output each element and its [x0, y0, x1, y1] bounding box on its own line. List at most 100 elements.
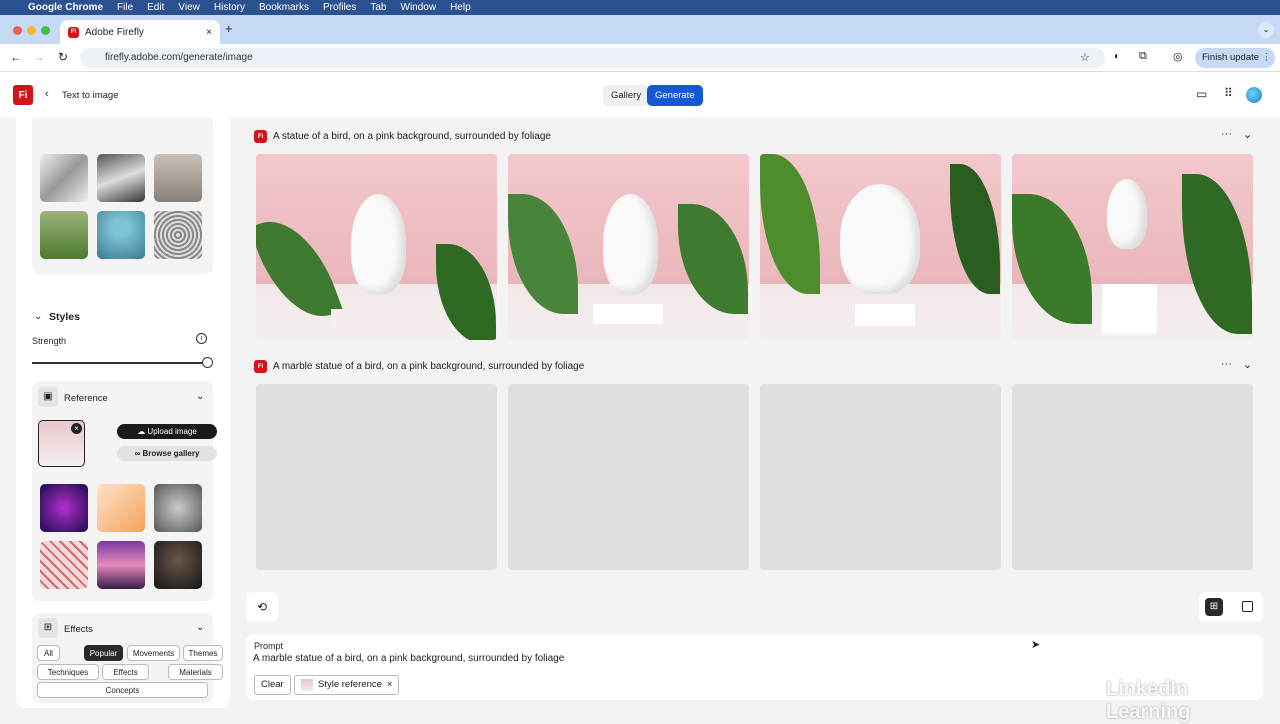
maximize-window-button[interactable]	[41, 26, 50, 35]
reload-icon[interactable]: ↻	[58, 50, 68, 64]
tab-search-button[interactable]: ⌄	[1258, 22, 1274, 38]
effects-icon: ⊞	[38, 618, 58, 638]
menu-bookmarks[interactable]: Bookmarks	[259, 2, 309, 13]
app-header: Fi ‹ Text to image Gallery Generate ▭ ⠿	[0, 72, 1280, 118]
user-avatar[interactable]	[1246, 87, 1262, 103]
url-input[interactable]: firefly.adobe.com/generate/image	[80, 48, 1105, 68]
upload-image-label: Upload image	[147, 427, 197, 436]
macos-menubar: Google Chrome File Edit View History Boo…	[0, 0, 1280, 15]
browse-gallery-button[interactable]: ∞ Browse gallery	[117, 446, 217, 461]
apps-grid-icon[interactable]: ⠿	[1224, 86, 1233, 100]
bookmark-star-icon[interactable]: ☆	[1080, 51, 1090, 64]
style-reference-label: Style reference	[318, 679, 382, 690]
back-icon[interactable]: ←	[10, 50, 22, 64]
address-bar-row: ← → ↻ firefly.adobe.com/generate/image ☆…	[0, 44, 1280, 72]
finish-update-button[interactable]: Finish update ⋮	[1195, 48, 1275, 68]
new-tab-button[interactable]: +	[225, 21, 233, 36]
generate-tab[interactable]: Generate	[647, 85, 703, 106]
style-thumb-landscape[interactable]	[97, 154, 145, 202]
filter-themes[interactable]: Themes	[183, 645, 223, 661]
effects-title: Effects	[64, 624, 93, 635]
collapse-chevron-icon[interactable]: ⌄	[1243, 358, 1252, 371]
result-prompt-1: Fi A statue of a bird, on a pink backgro…	[254, 130, 551, 143]
back-to-text-to-image[interactable]: Text to image	[62, 90, 119, 101]
extensions-puzzle-icon[interactable]: ⧉	[1139, 50, 1147, 63]
styles-collapse-icon[interactable]: ⌄	[34, 311, 42, 322]
reference-chevron-icon[interactable]: ⌄	[196, 391, 204, 402]
extension-icon[interactable]: ◐	[1114, 51, 1120, 62]
gallery-tab[interactable]: Gallery	[603, 85, 650, 106]
menu-view[interactable]: View	[178, 2, 200, 13]
reference-preset-thumbsup[interactable]	[97, 484, 145, 532]
url-text: firefly.adobe.com/generate/image	[105, 52, 253, 63]
firefly-badge-icon: Fi	[254, 360, 267, 373]
firefly-logo[interactable]: Fi	[13, 85, 33, 105]
filter-materials[interactable]: Materials	[168, 664, 223, 680]
prompt-input[interactable]: A marble statue of a bird, on a pink bac…	[253, 653, 1153, 664]
close-window-button[interactable]	[13, 26, 22, 35]
menu-file[interactable]: File	[117, 2, 133, 13]
filter-techniques[interactable]: Techniques	[37, 664, 99, 680]
finish-update-label: Finish update	[1202, 52, 1260, 63]
filter-popular[interactable]: Popular	[84, 645, 123, 661]
generated-image[interactable]	[256, 154, 497, 340]
reference-card: ▣ Reference ⌄ × ☁ Upload image ∞ Browse …	[32, 381, 217, 601]
result-prompt-text: A marble statue of a bird, on a pink bac…	[273, 361, 585, 372]
info-icon[interactable]: i	[196, 333, 207, 344]
filter-effects[interactable]: Effects	[102, 664, 149, 680]
filter-concepts[interactable]: Concepts	[37, 682, 208, 698]
reference-preset-clouds[interactable]	[97, 541, 145, 589]
generated-image[interactable]	[760, 154, 1001, 340]
tab-title: Adobe Firefly	[85, 26, 144, 38]
linkedin-learning-watermark: LinkedIn Learning	[1106, 678, 1191, 723]
reference-image-thumb[interactable]: ×	[38, 420, 85, 467]
style-thumb-owl[interactable]	[154, 211, 202, 259]
style-thumb-interior[interactable]	[154, 154, 202, 202]
filter-all[interactable]: All	[37, 645, 60, 661]
more-options-icon[interactable]: ···	[1221, 358, 1232, 370]
reference-preset-pattern[interactable]	[40, 541, 88, 589]
strength-label: Strength	[32, 336, 67, 346]
mouse-cursor-icon: ➤	[1031, 639, 1041, 651]
menu-profiles[interactable]: Profiles	[323, 2, 356, 13]
generated-image[interactable]	[1012, 154, 1253, 340]
remove-reference-icon[interactable]: ×	[71, 423, 82, 434]
clear-button[interactable]: Clear	[254, 675, 291, 695]
image-loading-placeholder	[508, 384, 749, 570]
close-tab-icon[interactable]: ×	[206, 27, 212, 38]
reference-preset-sculpture[interactable]	[154, 484, 202, 532]
strength-slider-handle[interactable]	[202, 357, 213, 368]
single-view-icon[interactable]	[1242, 601, 1253, 612]
reference-preset-portrait[interactable]	[154, 541, 202, 589]
menu-tab[interactable]: Tab	[370, 2, 386, 13]
menu-history[interactable]: History	[214, 2, 245, 13]
prompt-bar: Prompt A marble statue of a bird, on a p…	[246, 634, 1263, 723]
generated-image[interactable]	[508, 154, 749, 340]
menu-edit[interactable]: Edit	[147, 2, 164, 13]
history-button[interactable]: ⟲	[246, 592, 278, 622]
menu-window[interactable]: Window	[401, 2, 437, 13]
reference-preset-neon[interactable]	[40, 484, 88, 532]
effects-chevron-icon[interactable]: ⌄	[196, 622, 204, 633]
style-reference-chip[interactable]: Style reference ×	[294, 675, 400, 695]
menu-help[interactable]: Help	[450, 2, 471, 13]
browser-tab[interactable]: Fi Adobe Firefly ×	[60, 20, 220, 44]
menu-app[interactable]: Google Chrome	[28, 2, 103, 13]
content-type-thumbnails	[32, 118, 213, 274]
upload-image-button[interactable]: ☁ Upload image	[117, 424, 217, 439]
style-thumb-field[interactable]	[40, 211, 88, 259]
more-options-icon[interactable]: ···	[1221, 128, 1232, 140]
style-thumb-sketch[interactable]	[40, 154, 88, 202]
feedback-icon[interactable]: ▭	[1196, 87, 1207, 101]
back-chevron-icon[interactable]: ‹	[45, 88, 49, 100]
grid-view-icon[interactable]: ⊞	[1205, 598, 1223, 616]
minimize-window-button[interactable]	[27, 26, 36, 35]
collapse-chevron-icon[interactable]: ⌄	[1243, 128, 1252, 141]
strength-slider-track[interactable]	[32, 362, 204, 364]
forward-icon[interactable]: →	[33, 50, 45, 64]
remove-style-reference-icon[interactable]: ×	[387, 676, 393, 694]
profile-icon[interactable]: ◎	[1173, 50, 1183, 63]
styles-title: Styles	[49, 311, 80, 323]
filter-movements[interactable]: Movements	[127, 645, 180, 661]
style-thumb-sphere[interactable]	[97, 211, 145, 259]
